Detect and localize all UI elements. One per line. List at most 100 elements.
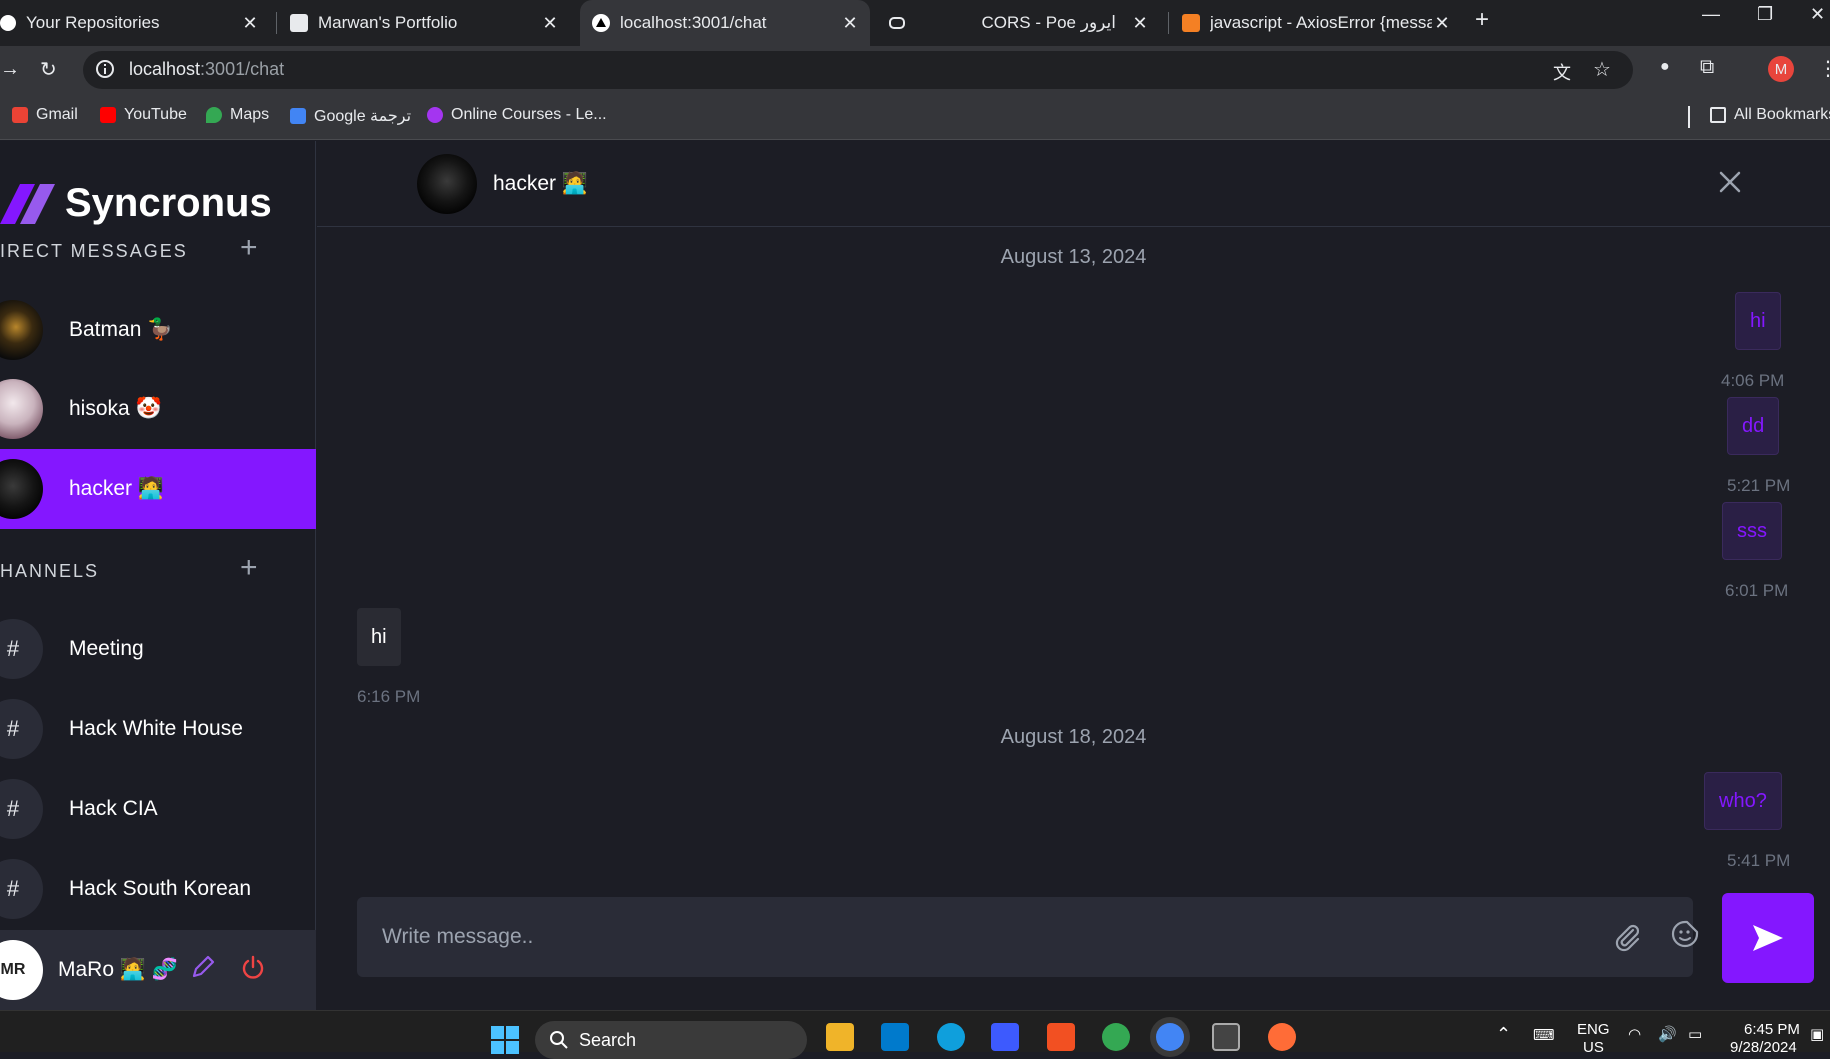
- postman-icon[interactable]: [1268, 1023, 1296, 1051]
- send-button[interactable]: [1722, 893, 1814, 983]
- search-label: Search: [579, 1029, 637, 1050]
- url-path: :3001/chat: [200, 59, 285, 79]
- battery-icon[interactable]: ▭: [1688, 1025, 1702, 1043]
- browser-toolbar: → ↻ localhost:3001/chat 文 ☆ ● ⧉ M ⋮: [0, 46, 1830, 94]
- file-explorer-icon[interactable]: [826, 1023, 854, 1051]
- sidebar: Syncronus IRECT MESSAGES + Batman 🦆 hiso…: [0, 141, 316, 1010]
- address-bar[interactable]: localhost:3001/chat 文 ☆: [83, 51, 1633, 89]
- date-separator: August 13, 2024: [1000, 246, 1147, 268]
- microsoft-store-icon[interactable]: [1047, 1023, 1075, 1051]
- emoji-sticker-icon[interactable]: [1670, 919, 1700, 949]
- wifi-icon[interactable]: ◠: [1628, 1025, 1641, 1043]
- translate-icon[interactable]: 文: [1553, 59, 1571, 85]
- chrome-icon[interactable]: [1102, 1023, 1130, 1051]
- channel-meeting[interactable]: # Meeting: [0, 609, 316, 689]
- tab-title: CORS - Poe ایرور: [981, 13, 1116, 32]
- edge-icon[interactable]: [937, 1023, 965, 1051]
- forward-icon[interactable]: →: [0, 58, 20, 81]
- bookmark-gmail[interactable]: Gmail: [12, 106, 78, 124]
- minimize-icon[interactable]: —: [1702, 4, 1720, 25]
- paperclip-attach-icon[interactable]: [1611, 921, 1643, 953]
- logo-mark-icon: [0, 183, 55, 224]
- close-tab-icon[interactable]: ✕: [1432, 13, 1452, 34]
- contact-name: hisoka 🤡: [69, 397, 162, 420]
- message-input[interactable]: [357, 897, 1557, 977]
- close-tab-icon[interactable]: ✕: [1130, 13, 1150, 34]
- app-logo: Syncronus: [0, 181, 272, 226]
- app-icon[interactable]: [991, 1023, 1019, 1051]
- send-arrow-icon: [1753, 925, 1783, 951]
- tab-stackoverflow[interactable]: javascript - AxiosError {message ✕: [1182, 0, 1462, 46]
- url-text[interactable]: localhost:3001/chat: [129, 59, 284, 80]
- bookmark-google-translate[interactable]: Google ترجمة: [290, 106, 411, 126]
- extensions-puzzle-icon[interactable]: ⧉: [1700, 56, 1714, 79]
- add-dm-button[interactable]: +: [240, 233, 258, 263]
- tab-poe[interactable]: CORS - Poe ایرور ✕: [880, 0, 1160, 46]
- direct-messages-title: IRECT MESSAGES: [0, 241, 188, 261]
- message-bubble-sent: who?: [1704, 772, 1782, 830]
- tab-portfolio[interactable]: Marwan's Portfolio ✕: [290, 0, 570, 46]
- new-tab-button[interactable]: +: [1475, 6, 1489, 34]
- site-info-icon[interactable]: [95, 59, 115, 85]
- contact-hacker[interactable]: hacker 🧑‍💻: [0, 449, 316, 529]
- message-time: 4:06 PM: [1721, 371, 1785, 390]
- profile-name: MaRo 🧑‍💻 🧬: [58, 958, 178, 981]
- bookmark-online-courses[interactable]: Online Courses - Le...: [427, 106, 607, 124]
- terminal-icon[interactable]: [1212, 1023, 1240, 1051]
- maximize-icon[interactable]: ❐: [1757, 4, 1773, 25]
- bookmark-maps[interactable]: Maps: [206, 106, 269, 124]
- channel-hack-south-korean[interactable]: # Hack South Korean: [0, 849, 316, 929]
- close-chat-icon[interactable]: [1715, 167, 1745, 197]
- all-bookmarks[interactable]: All Bookmarks: [1710, 106, 1830, 124]
- close-tab-icon[interactable]: ✕: [840, 13, 860, 34]
- reload-icon[interactable]: ↻: [40, 57, 57, 82]
- chrome-active-icon[interactable]: [1156, 1023, 1184, 1051]
- logout-power-icon[interactable]: [240, 954, 266, 980]
- message-time: 5:41 PM: [1727, 851, 1791, 870]
- clock-date[interactable]: 9/28/2024: [1730, 1039, 1797, 1056]
- channel-name: Hack South Korean: [69, 877, 252, 900]
- vscode-icon[interactable]: [881, 1023, 909, 1051]
- edit-profile-icon[interactable]: [190, 954, 216, 980]
- chat-contact-name: hacker 🧑‍💻: [493, 171, 589, 195]
- contact-batman[interactable]: Batman 🦆: [0, 290, 316, 370]
- contact-hisoka[interactable]: hisoka 🤡: [0, 369, 316, 449]
- language-indicator[interactable]: ENG: [1577, 1021, 1610, 1038]
- menu-kebab-icon[interactable]: ⋮: [1818, 56, 1830, 81]
- windows-start-icon[interactable]: [491, 1026, 519, 1054]
- bookmark-star-icon[interactable]: ☆: [1593, 57, 1611, 82]
- date-separator: August 18, 2024: [1000, 726, 1147, 748]
- profile-avatar-icon[interactable]: M: [1768, 56, 1794, 82]
- channel-name: Meeting: [69, 637, 144, 660]
- channel-name: Hack White House: [69, 717, 243, 740]
- avatar[interactable]: MR: [0, 940, 43, 1000]
- clock-time[interactable]: 6:45 PM: [1744, 1021, 1800, 1038]
- add-channel-button[interactable]: +: [240, 553, 258, 583]
- tab-your-repositories[interactable]: Your Repositories ✕: [0, 0, 270, 46]
- close-window-icon[interactable]: ✕: [1810, 4, 1825, 25]
- tab-title: Marwan's Portfolio: [318, 13, 458, 32]
- hash-icon: #: [0, 859, 43, 919]
- channel-name: Hack CIA: [69, 797, 158, 820]
- contact-name: Batman 🦆: [69, 318, 174, 341]
- bookmark-label: Google ترجمة: [314, 108, 412, 125]
- tab-localhost-chat[interactable]: localhost:3001/chat ✕: [580, 0, 870, 46]
- close-tab-icon[interactable]: ✕: [540, 13, 560, 34]
- avatar: [0, 379, 43, 439]
- taskbar-search[interactable]: Search: [535, 1021, 807, 1059]
- extension-icon[interactable]: ●: [1660, 58, 1670, 76]
- notifications-icon[interactable]: ▣: [1810, 1025, 1824, 1043]
- message-time: 6:16 PM: [357, 687, 421, 706]
- keyboard-icon[interactable]: ⌨: [1533, 1026, 1555, 1044]
- tray-chevron-icon[interactable]: ⌃: [1496, 1024, 1511, 1045]
- channel-hack-cia[interactable]: # Hack CIA: [0, 769, 316, 849]
- close-tab-icon[interactable]: ✕: [240, 13, 260, 34]
- volume-icon[interactable]: 🔊: [1658, 1025, 1677, 1043]
- maps-icon: [206, 107, 222, 123]
- gmail-icon: [12, 107, 28, 123]
- github-icon: [0, 15, 16, 31]
- app-name: Syncronus: [65, 181, 272, 225]
- bookmark-youtube[interactable]: YouTube: [100, 106, 187, 124]
- bookmark-label: All Bookmarks: [1734, 106, 1830, 123]
- channel-hack-white-house[interactable]: # Hack White House: [0, 689, 316, 769]
